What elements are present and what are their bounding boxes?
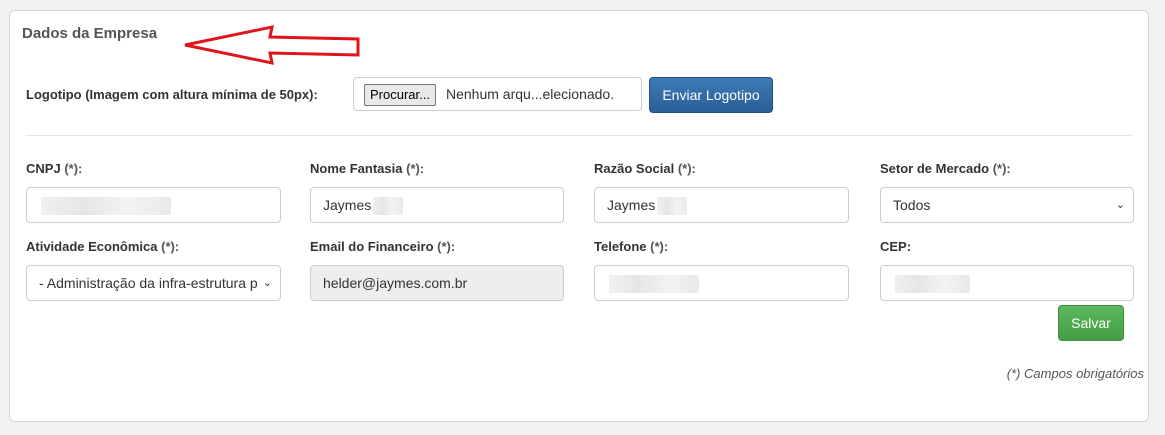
logo-label: Logotipo (Imagem com altura mínima de 50… <box>26 87 318 102</box>
company-data-panel: Dados da Empresa Logotipo (Imagem com al… <box>9 10 1149 422</box>
razao-social-label: Razão Social (*): <box>594 161 696 176</box>
redacted-value <box>657 197 688 216</box>
setor-mercado-label: Setor de Mercado (*): <box>880 161 1011 176</box>
nome-fantasia-input[interactable]: Jaymes <box>310 187 564 223</box>
telefone-label: Telefone (*): <box>594 239 669 254</box>
redacted-value <box>373 197 404 216</box>
email-financeiro-input: helder@jaymes.com.br <box>310 265 564 301</box>
razao-social-field-group: Razão Social (*): Jaymes <box>594 161 849 223</box>
redacted-value <box>609 275 699 294</box>
logo-file-input[interactable]: Procurar... Nenhum arqu...elecionado. <box>353 77 642 111</box>
chevron-down-icon: ⌄ <box>1115 199 1125 211</box>
cnpj-input[interactable] <box>26 187 281 223</box>
cep-label: CEP: <box>880 239 912 254</box>
telefone-field-group: Telefone (*): <box>594 239 849 301</box>
panel-title: Dados da Empresa <box>22 25 158 42</box>
cep-field-group: CEP: <box>880 239 1134 301</box>
cnpj-field-group: CNPJ (*): <box>26 161 281 223</box>
atividade-field-group: Atividade Econômica (*): - Administração… <box>26 239 281 301</box>
atividade-select[interactable]: - Administração da infra-estrutura p ⌄ <box>26 265 281 301</box>
nome-fantasia-field-group: Nome Fantasia (*): Jaymes <box>310 161 564 223</box>
email-financeiro-field-group: Email do Financeiro (*): helder@jaymes.c… <box>310 239 564 301</box>
telefone-input[interactable] <box>594 265 849 301</box>
send-logo-button[interactable]: Enviar Logotipo <box>649 77 773 113</box>
redacted-value <box>41 197 171 216</box>
divider <box>26 135 1133 136</box>
setor-mercado-select[interactable]: Todos ⌄ <box>880 187 1134 223</box>
browse-button[interactable]: Procurar... <box>364 84 436 106</box>
redacted-value <box>895 275 970 294</box>
arrow-left-icon <box>184 25 360 65</box>
razao-social-input[interactable]: Jaymes <box>594 187 849 223</box>
required-fields-note: (*) Campos obrigatórios <box>1006 366 1144 381</box>
nome-fantasia-label: Nome Fantasia (*): <box>310 161 425 176</box>
cnpj-label: CNPJ (*): <box>26 161 83 176</box>
save-button[interactable]: Salvar <box>1058 305 1124 341</box>
setor-mercado-field-group: Setor de Mercado (*): Todos ⌄ <box>880 161 1134 223</box>
file-status-text: Nenhum arqu...elecionado. <box>446 86 615 102</box>
email-financeiro-label: Email do Financeiro (*): <box>310 239 456 254</box>
chevron-down-icon: ⌄ <box>260 266 272 300</box>
atividade-label: Atividade Econômica (*): <box>26 239 180 254</box>
cep-input[interactable] <box>880 265 1134 301</box>
